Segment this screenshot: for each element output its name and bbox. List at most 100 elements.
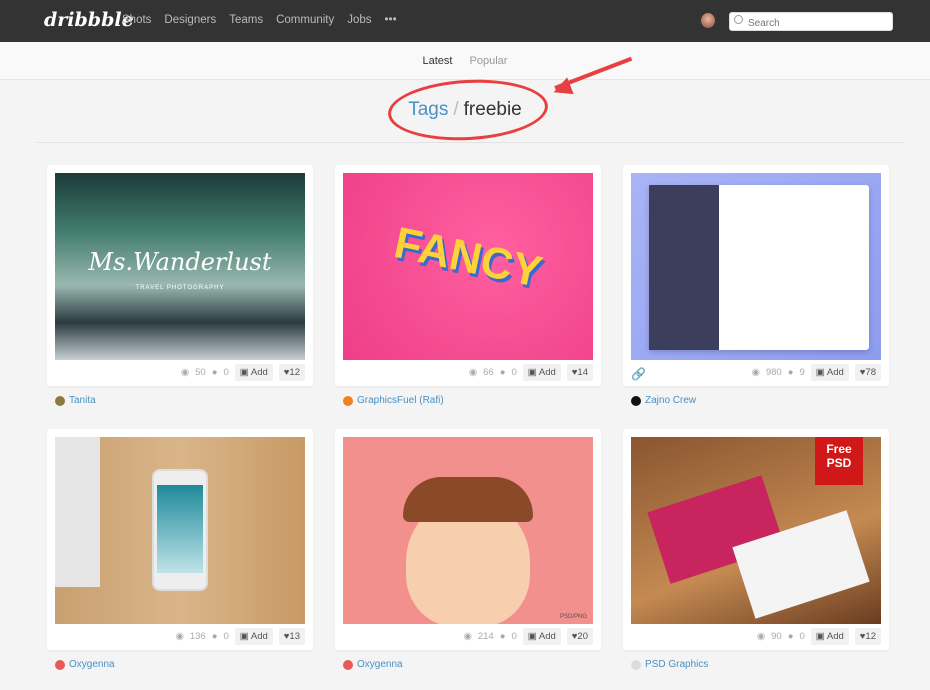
comment-icon: ● (211, 367, 218, 378)
comments-count: 0 (223, 367, 229, 378)
add-label: Add (826, 631, 844, 642)
link-icon[interactable]: 🔗 (631, 367, 646, 381)
shot-card[interactable]: ◉ 136 ● 0 ▣ Add ♥13 (47, 429, 313, 650)
comment-icon: ● (211, 631, 218, 642)
shot-author[interactable]: PSD Graphics (631, 659, 708, 670)
author-name: Tanita (69, 395, 96, 406)
dribbble-logo[interactable]: dribbble (44, 9, 134, 31)
more-icon[interactable]: ••• (385, 14, 397, 26)
views-count: 136 (189, 631, 206, 642)
shot-image[interactable]: PSD/PNG (343, 437, 593, 624)
add-bucket-button[interactable]: ▣ Add (234, 364, 273, 381)
like-button[interactable]: ♥14 (566, 364, 593, 381)
comment-icon: ● (499, 367, 506, 378)
main-nav: Shots Designers Teams Community Jobs ••• (122, 14, 397, 26)
shot-author[interactable]: Zajno Crew (631, 395, 696, 406)
author-avatar (343, 659, 353, 670)
image-text: FANCY (390, 218, 547, 297)
views-icon: ◉ (463, 631, 472, 642)
like-button[interactable]: ♥12 (278, 364, 305, 381)
add-label: Add (250, 631, 268, 642)
likes-count: 14 (577, 367, 588, 378)
shot-author[interactable]: Tanita (55, 395, 96, 406)
author-name: Zajno Crew (645, 395, 697, 406)
add-bucket-button[interactable]: ▣ Add (810, 628, 849, 645)
shot-stats: ◉ 66 ● 0 ▣ Add ♥14 (469, 364, 593, 381)
nav-designers[interactable]: Designers (164, 14, 216, 26)
shot-stats: ◉ 980 ● 9 ▣ Add ♥78 (752, 364, 881, 381)
add-label: Add (250, 367, 268, 378)
add-bucket-button[interactable]: ▣ Add (522, 628, 561, 645)
comments-count: 0 (511, 367, 517, 378)
shot-card[interactable]: FANCY ◉ 66 ● 0 ▣ Add ♥14 (335, 165, 601, 386)
shot-stats: ◉ 90 ● 0 ▣ Add ♥12 (757, 628, 881, 645)
add-label: Add (538, 367, 556, 378)
shot-image[interactable]: Free PSD (631, 437, 881, 624)
divider (36, 142, 904, 143)
shot-stats: ◉ 214 ● 0 ▣ Add ♥20 (464, 628, 593, 645)
search-icon (734, 15, 743, 24)
user-avatar[interactable] (701, 13, 715, 28)
bucket-icon: ▣ (527, 631, 537, 642)
tab-latest[interactable]: Latest (423, 55, 453, 67)
likes-count: 13 (289, 631, 300, 642)
shot-image[interactable]: FANCY (343, 173, 593, 360)
search-input[interactable] (729, 12, 893, 31)
author-name: GraphicsFuel (Rafi) (357, 395, 444, 406)
comments-count: 0 (223, 631, 229, 642)
nav-teams[interactable]: Teams (229, 14, 263, 26)
bucket-icon: ▣ (815, 367, 825, 378)
add-bucket-button[interactable]: ▣ Add (522, 364, 561, 381)
shot-card[interactable]: 🔗 ◉ 980 ● 9 ▣ Add ♥78 (623, 165, 889, 386)
views-count: 90 (771, 631, 782, 642)
add-bucket-button[interactable]: ▣ Add (234, 628, 273, 645)
shot-image[interactable] (55, 437, 305, 624)
bucket-icon: ▣ (527, 367, 537, 378)
like-button[interactable]: ♥12 (854, 628, 881, 645)
author-avatar (55, 659, 65, 670)
shot-card[interactable]: Ms.Wanderlust TRAVEL PHOTOGRAPHY ◉ 50 ● 0 ▣… (47, 165, 313, 386)
views-count: 980 (765, 367, 782, 378)
tab-popular[interactable]: Popular (470, 55, 508, 67)
nav-jobs[interactable]: Jobs (347, 14, 371, 26)
shot-image[interactable] (631, 173, 881, 360)
author-avatar (55, 395, 65, 406)
shot-stats: ◉ 136 ● 0 ▣ Add ♥13 (176, 628, 305, 645)
views-count: 214 (477, 631, 494, 642)
shot-author[interactable]: GraphicsFuel (Rafi) (343, 395, 444, 406)
author-avatar (631, 659, 641, 670)
shot-image[interactable]: Ms.Wanderlust TRAVEL PHOTOGRAPHY (55, 173, 305, 360)
views-icon: ◉ (756, 631, 766, 642)
views-count: 50 (195, 367, 206, 378)
likes-count: 20 (577, 631, 588, 642)
add-label: Add (826, 367, 844, 378)
views-icon: ◉ (468, 367, 478, 378)
like-button[interactable]: ♥13 (278, 628, 305, 645)
comment-icon: ● (499, 631, 506, 642)
like-button[interactable]: ♥78 (854, 364, 881, 381)
likes-count: 12 (289, 367, 300, 378)
annotation-circle (386, 75, 550, 145)
nav-community[interactable]: Community (276, 14, 334, 26)
comments-count: 0 (511, 631, 517, 642)
nav-shots[interactable]: Shots (122, 14, 151, 26)
add-bucket-button[interactable]: ▣ Add (810, 364, 849, 381)
author-avatar (343, 395, 353, 406)
bucket-icon: ▣ (239, 367, 249, 378)
author-name: PSD Graphics (645, 659, 709, 670)
shot-author[interactable]: Oxygenna (343, 659, 403, 670)
likes-count: 12 (865, 631, 876, 642)
shot-author[interactable]: Oxygenna (55, 659, 115, 670)
views-icon: ◉ (180, 367, 190, 378)
shot-card[interactable]: Free PSD ◉ 90 ● 0 ▣ Add ♥12 (623, 429, 889, 650)
like-button[interactable]: ♥20 (566, 628, 593, 645)
bucket-icon: ▣ (239, 631, 249, 642)
image-text: Ms.Wanderlust (88, 248, 272, 276)
shot-card[interactable]: PSD/PNG ◉ 214 ● 0 ▣ Add ♥20 (335, 429, 601, 650)
author-avatar (631, 395, 641, 406)
comments-count: 9 (799, 367, 805, 378)
views-icon: ◉ (751, 367, 760, 378)
comment-icon: ● (787, 631, 794, 642)
views-icon: ◉ (175, 631, 184, 642)
bucket-icon: ▣ (815, 631, 825, 642)
